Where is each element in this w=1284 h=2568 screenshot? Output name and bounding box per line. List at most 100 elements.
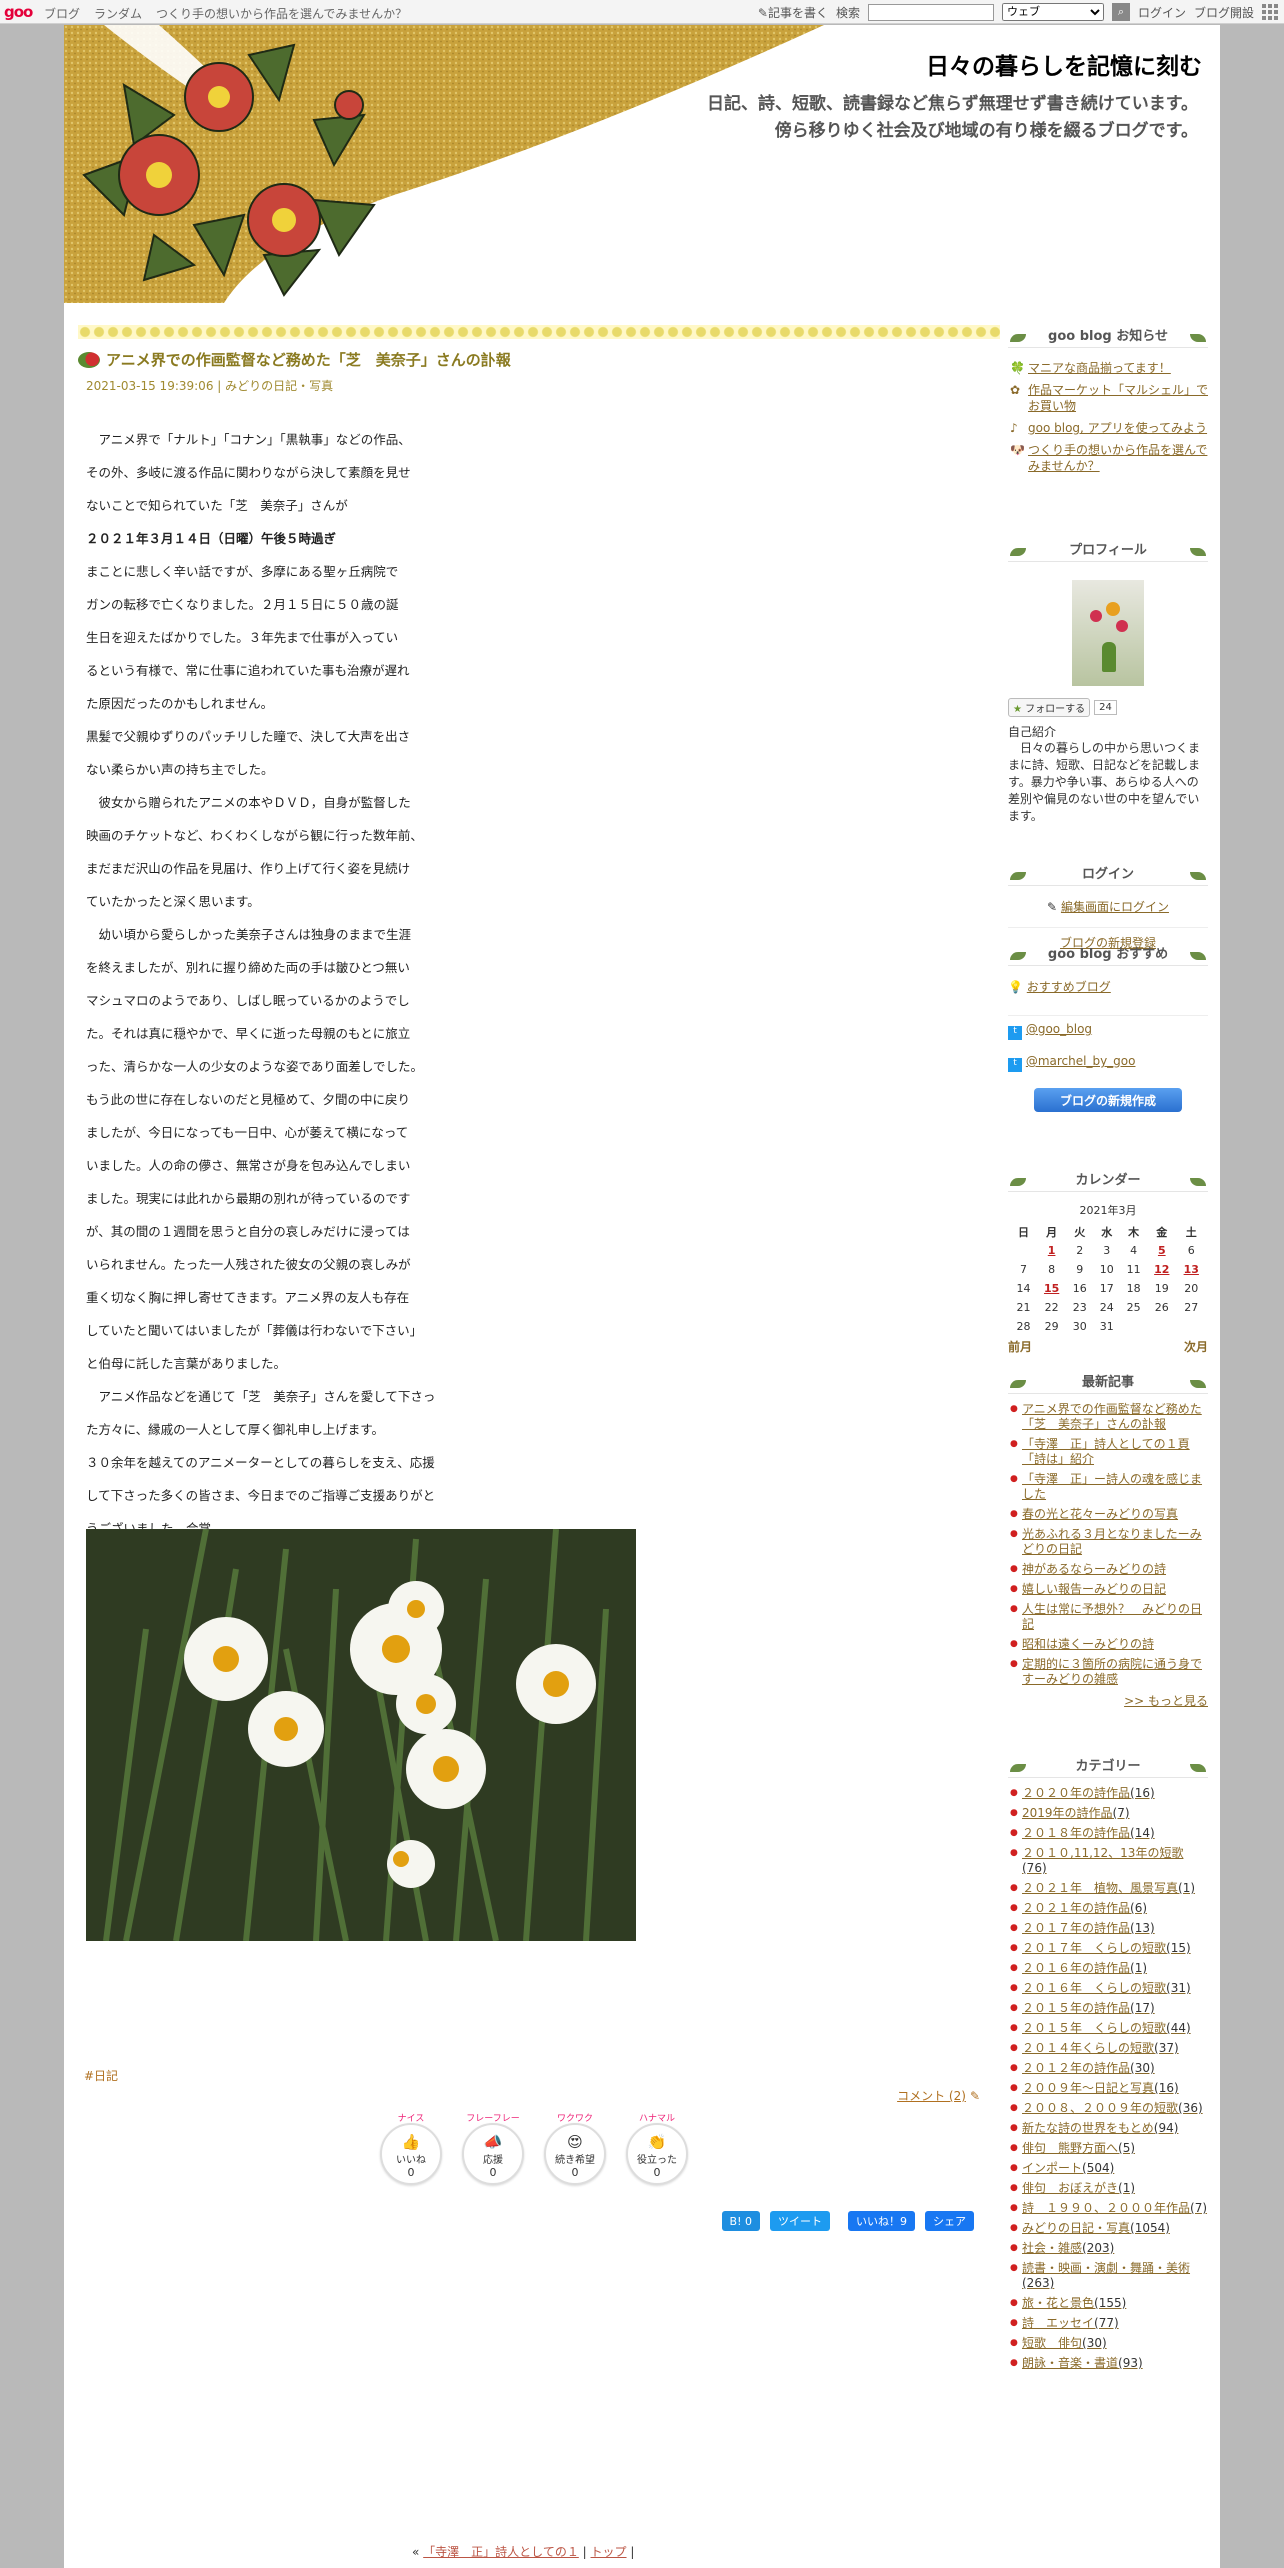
open-blog-link[interactable]: ブログ開設	[1194, 4, 1254, 21]
category-link[interactable]: 詩 エッセイ(77)	[1008, 2316, 1208, 2331]
recent-article-link[interactable]: 嬉しい報告ーみどりの日記	[1008, 1582, 1208, 1597]
entry-tag[interactable]: #日記	[84, 2067, 118, 2084]
category-link[interactable]: 朗詠・音楽・書道(93)	[1008, 2356, 1208, 2371]
search-input[interactable]	[867, 3, 994, 21]
tweet-button[interactable]: ツイート	[770, 2211, 830, 2231]
write-article-link[interactable]: ✎記事を書く	[758, 4, 828, 21]
blog-title[interactable]: 日々の暮らしを記憶に刻む	[926, 47, 1202, 81]
recommend-row: 💡 おすすめブログ	[1008, 978, 1208, 995]
recommend-link[interactable]: おすすめブログ	[1027, 980, 1111, 994]
recent-article-link[interactable]: アニメ界での作画監督など務めた「芝 美奈子」さんの訃報	[1008, 1402, 1208, 1432]
profile-image[interactable]	[1072, 580, 1144, 686]
category-link[interactable]: 社会・雑感(203)	[1008, 2241, 1208, 2256]
nav-promo[interactable]: つくり手の想いから作品を選んでみませんか？	[156, 5, 407, 22]
twitter-marchel-link[interactable]: @marchel_by_goo	[1026, 1054, 1136, 1068]
facebook-share-button[interactable]: シェア	[925, 2211, 974, 2231]
page-container: 日々の暮らしを記憶に刻む 日記、詩、短歌、読書録など焦らず無理せず書き続けていま…	[64, 25, 1220, 2568]
category-link[interactable]: 読書・映画・演劇・舞踊・美術(263)	[1008, 2261, 1208, 2291]
category-count: (504)	[1082, 2161, 1115, 2175]
category-link[interactable]: ２０１６年 くらしの短歌(31)	[1008, 1981, 1208, 1996]
category-link[interactable]: 俳句 熊野方面へ(5)	[1008, 2141, 1208, 2156]
recent-article-link[interactable]: 定期的に３箇所の病院に通う身ですーみどりの雑感	[1008, 1657, 1208, 1687]
category-link[interactable]: ２００８、２００９年の短歌(36)	[1008, 2101, 1208, 2116]
calendar-day[interactable]: 13	[1177, 1260, 1207, 1279]
reaction-button[interactable]: ワクワク 😍 続き希望 0	[544, 2114, 606, 2185]
category-link[interactable]: 2019年の詩作品(7)	[1008, 1806, 1208, 1821]
notice-item[interactable]: 🐶 つくり手の想いから作品を選んでみませんか？	[1008, 442, 1208, 474]
recent-article-link[interactable]: 春の光と花々ーみどりの写真	[1008, 1507, 1208, 1522]
reaction-button[interactable]: フレーフレー 📣 応援 0	[462, 2114, 524, 2185]
category-name: 社会・雑感	[1022, 2241, 1083, 2255]
prev-entry-link[interactable]: 「寺澤 正」詩人としての１	[423, 2545, 579, 2559]
category-link[interactable]: ２０１５年 くらしの短歌(44)	[1008, 2021, 1208, 2036]
notice-item[interactable]: ✿ 作品マーケット「マルシェル」でお買い物	[1008, 382, 1208, 414]
recent-article-link[interactable]: 光あふれる３月となりましたーみどりの日記	[1008, 1527, 1208, 1557]
entry-category-link[interactable]: みどりの日記・写真	[225, 379, 333, 393]
search-button[interactable]: ⌕	[1111, 3, 1130, 21]
entry-title-text: アニメ界での作画監督など務めた「芝 美奈子」さんの訃報	[106, 351, 511, 369]
twitter-goo-blog-link[interactable]: @goo_blog	[1026, 1022, 1092, 1036]
follow-button[interactable]: ★ フォローする	[1008, 698, 1091, 717]
notice-item[interactable]: ♪ goo blog, アプリを使ってみよう	[1008, 420, 1208, 436]
calendar-day: 2	[1076, 1244, 1084, 1257]
facebook-like-button[interactable]: いいね！9	[848, 2211, 915, 2231]
recent-article-link[interactable]: 人生は常に予想外？ みどりの日記	[1008, 1602, 1208, 1632]
calendar-day[interactable]: 15	[1037, 1279, 1066, 1298]
category-link[interactable]: ２０１６年の詩作品(1)	[1008, 1961, 1208, 1976]
category-link[interactable]: ２０１８年の詩作品(14)	[1008, 1826, 1208, 1841]
category-link[interactable]: ２０１７年 くらしの短歌(15)	[1008, 1941, 1208, 1956]
category-name: 朗詠・音楽・書道	[1022, 2356, 1119, 2370]
follow-widget: ★ フォローする 24	[1008, 698, 1208, 717]
reaction-count: 0	[571, 2166, 579, 2179]
create-blog-button[interactable]: ブログの新規作成	[1034, 1088, 1182, 1112]
calendar-week: 28 29 30 31	[1010, 1317, 1206, 1336]
category-link[interactable]: 詩 １９９０、２０００年作品(7)	[1008, 2201, 1208, 2216]
category-link[interactable]: 俳句 おぼえがき(1)	[1008, 2181, 1208, 2196]
recent-article-link[interactable]: 神があるならーみどりの詩	[1008, 1562, 1208, 1577]
calendar-day[interactable]: 1	[1037, 1241, 1066, 1260]
notice-title: goo blog お知らせ	[1008, 322, 1208, 348]
recent-article-link[interactable]: 「寺澤 正」詩人としての１頁「詩は」紹介	[1008, 1437, 1208, 1467]
category-link[interactable]: 旅・花と景色(155)	[1008, 2296, 1208, 2311]
category-link[interactable]: ２０１４年くらしの短歌(37)	[1008, 2041, 1208, 2056]
login-edit-link[interactable]: 編集画面にログイン	[1061, 900, 1169, 914]
notice-item[interactable]: 🍀 マニアな商品揃ってます！	[1008, 360, 1208, 376]
entry-paragraph: と伯母に託した言葉がありました。	[86, 1356, 287, 1371]
calendar-next-link[interactable]: 次月	[1184, 1338, 1208, 1355]
category-link[interactable]: みどりの日記・写真(1054)	[1008, 2221, 1208, 2236]
entry-title[interactable]: アニメ界での作画監督など務めた「芝 美奈子」さんの訃報	[78, 349, 511, 370]
reaction-button[interactable]: ナイス 👍 いいね 0	[380, 2114, 442, 2185]
search-scope-select[interactable]: ウェブ	[1001, 3, 1104, 21]
hatena-bookmark-button[interactable]: B! 0	[721, 2211, 760, 2231]
category-link[interactable]: ２００９年～日記と写真(16)	[1008, 2081, 1208, 2096]
recent-article-link[interactable]: 「寺澤 正」ー詩人の魂を感じました	[1008, 1472, 1208, 1502]
login-link[interactable]: ログイン	[1138, 4, 1186, 21]
apps-grid-icon[interactable]	[1262, 4, 1278, 20]
category-link[interactable]: ２０１７年の詩作品(13)	[1008, 1921, 1208, 1936]
decorative-band	[78, 325, 1000, 339]
reaction-button[interactable]: ハナマル 👏 役立った 0	[626, 2114, 688, 2185]
category-link[interactable]: ２０２１年の詩作品(6)	[1008, 1901, 1208, 1916]
recent-article-link[interactable]: 昭和は遠くーみどりの詩	[1008, 1637, 1208, 1652]
calendar-weekday: 水	[1101, 1225, 1113, 1239]
comment-link[interactable]: コメント (2) ✎	[897, 2087, 980, 2104]
category-link[interactable]: ２０１５年の詩作品(17)	[1008, 2001, 1208, 2016]
nav-blog[interactable]: ブログ	[44, 5, 80, 22]
calendar-day: 29	[1044, 1320, 1059, 1333]
category-link[interactable]: 新たな詩の世界をもとめ(94)	[1008, 2121, 1208, 2136]
top-link[interactable]: トップ	[591, 2545, 627, 2559]
category-link[interactable]: インポート(504)	[1008, 2161, 1208, 2176]
calendar-day[interactable]: 12	[1147, 1260, 1176, 1279]
calendar-day: 20	[1184, 1282, 1199, 1295]
calendar-prev-link[interactable]: 前月	[1008, 1338, 1032, 1355]
category-link[interactable]: ２０２０年の詩作品(16)	[1008, 1786, 1208, 1801]
category-link[interactable]: ２０２１年 植物、風景写真(1)	[1008, 1881, 1208, 1896]
calendar-day[interactable]: 5	[1147, 1241, 1176, 1260]
goo-logo[interactable]: goo	[4, 3, 33, 21]
entry-paragraph: 幼い頃から愛らしかった美奈子さんは独身のままで生涯	[86, 927, 412, 942]
more-link[interactable]: >> もっと見る	[1124, 1694, 1208, 1708]
category-link[interactable]: 短歌 俳句(30)	[1008, 2336, 1208, 2351]
category-link[interactable]: ２０１０,11,12、13年の短歌(76)	[1008, 1846, 1208, 1876]
nav-random[interactable]: ランダム	[94, 5, 142, 22]
category-link[interactable]: ２０１２年の詩作品(30)	[1008, 2061, 1208, 2076]
